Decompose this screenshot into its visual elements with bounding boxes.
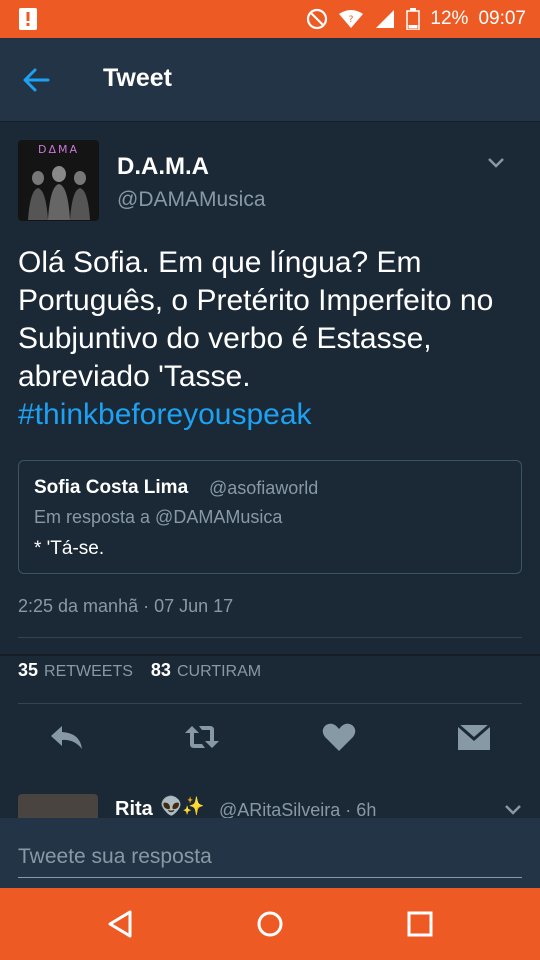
tweet-text: Olá Sofia. Em que língua? Em Português, … xyxy=(18,244,523,434)
retweets-label[interactable]: RETWEETS xyxy=(44,663,133,681)
battery-percent: 12% xyxy=(430,8,469,29)
author-handle[interactable]: @DAMAMusica xyxy=(117,188,266,212)
status-bar: ? 12% 09:07 xyxy=(0,0,540,38)
wifi-icon: ? xyxy=(339,10,364,28)
clock: 09:07 xyxy=(478,8,526,29)
tweet-body: Olá Sofia. Em que língua? Em Português, … xyxy=(18,246,494,393)
avatar[interactable]: DΔMA xyxy=(18,140,99,221)
battery-icon xyxy=(406,8,421,30)
band-photo xyxy=(28,166,90,220)
divider xyxy=(18,637,522,638)
reply-avatar[interactable] xyxy=(18,794,98,818)
reply-author-name: Rita xyxy=(115,798,153,818)
nav-recents-icon[interactable] xyxy=(400,904,440,944)
author-name[interactable]: D.A.M.A xyxy=(117,153,209,181)
likes-label[interactable]: CURTIRAM xyxy=(177,663,261,681)
quoted-reply-to: Em resposta a @DAMAMusica xyxy=(34,507,283,527)
reply-author-emoji: 👽✨ xyxy=(160,796,205,816)
back-arrow-icon[interactable] xyxy=(20,65,52,95)
signal-icon xyxy=(376,10,395,28)
nav-back-icon[interactable] xyxy=(100,904,140,944)
android-nav-bar xyxy=(0,888,540,960)
alert-icon xyxy=(19,8,37,30)
quoted-author-name: Sofia Costa Lima xyxy=(34,477,189,498)
section-separator xyxy=(0,654,540,656)
quoted-text: * 'Tá-se. xyxy=(34,538,105,559)
reply-preview[interactable]: Rita 👽✨ @ARitaSilveira · 6h xyxy=(0,778,540,818)
divider xyxy=(18,703,522,704)
nav-home-icon[interactable] xyxy=(250,904,290,944)
reply-author-handle: @ARitaSilveira · 6h xyxy=(219,800,377,818)
app-bar: Tweet xyxy=(0,38,540,122)
likes-count[interactable]: 83 xyxy=(151,660,171,681)
reply-icon[interactable] xyxy=(48,718,86,756)
hashtag-link[interactable]: #thinkbeforeyouspeak xyxy=(18,396,523,434)
retweets-count[interactable]: 35 xyxy=(18,660,38,681)
quoted-author-handle: @asofiaworld xyxy=(209,478,319,498)
page-title: Tweet xyxy=(103,64,172,92)
tweet-timestamp: 2:25 da manhã · 07 Jun 17 xyxy=(18,596,234,616)
like-heart-icon[interactable] xyxy=(320,718,358,756)
svg-text:?: ? xyxy=(349,15,354,25)
tweet-stats: 35 RETWEETS 83 CURTIRAM xyxy=(18,660,279,681)
retweet-icon[interactable] xyxy=(183,718,221,756)
chevron-down-icon[interactable] xyxy=(504,804,522,816)
do-not-disturb-icon xyxy=(307,8,328,30)
reply-input[interactable] xyxy=(18,836,522,878)
direct-message-icon[interactable] xyxy=(455,718,493,756)
quoted-tweet[interactable]: Sofia Costa Lima @asofiaworld Em respost… xyxy=(18,460,522,574)
tweet-actions xyxy=(0,718,540,760)
reply-composer xyxy=(0,818,540,888)
chevron-down-icon[interactable] xyxy=(486,156,506,170)
